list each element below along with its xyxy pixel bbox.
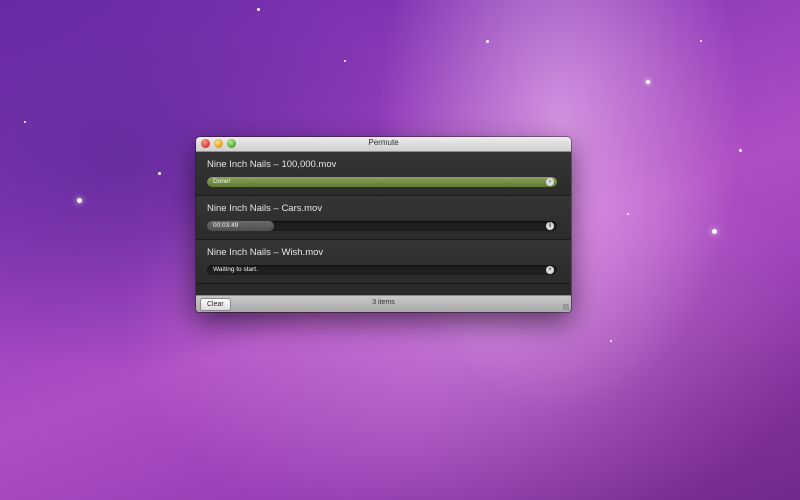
title-bar[interactable]: Permute xyxy=(196,137,571,152)
star xyxy=(610,340,612,342)
conversion-list: Nine Inch Nails – 100,000.mov Done! › Ni… xyxy=(196,152,571,297)
list-item[interactable]: Nine Inch Nails – 100,000.mov Done! › xyxy=(196,152,571,196)
item-count: 3 items xyxy=(372,299,395,306)
star xyxy=(700,40,702,42)
item-filename: Nine Inch Nails – Wish.mov xyxy=(207,247,324,258)
star xyxy=(486,40,489,43)
star xyxy=(257,8,260,11)
remove-icon[interactable]: × xyxy=(546,266,554,274)
progress-fill xyxy=(207,177,557,187)
item-status: Done! xyxy=(213,178,231,185)
item-filename: Nine Inch Nails – 100,000.mov xyxy=(207,159,337,170)
star xyxy=(739,149,742,152)
star xyxy=(344,60,346,62)
app-window: Permute Nine Inch Nails – 100,000.mov Do… xyxy=(196,137,571,312)
item-status: 00:03:49 xyxy=(213,222,239,229)
star xyxy=(646,80,650,84)
star xyxy=(158,172,161,175)
progress-bar: Done! › xyxy=(207,177,557,187)
pause-icon[interactable]: ‖ xyxy=(546,222,554,230)
list-item[interactable]: Nine Inch Nails – Cars.mov 00:03:49 ‖ xyxy=(196,196,571,240)
window-title: Permute xyxy=(368,138,399,147)
item-status: Waiting to start. xyxy=(213,266,258,273)
progress-bar: Waiting to start. × xyxy=(207,265,557,275)
star xyxy=(627,213,629,215)
reveal-arrow-icon[interactable]: › xyxy=(546,178,554,186)
star xyxy=(77,198,82,203)
progress-bar: 00:03:49 ‖ xyxy=(207,221,557,231)
footer-bar: Clear 3 items xyxy=(196,295,571,312)
star xyxy=(712,229,717,234)
resize-grip-icon[interactable] xyxy=(563,304,569,310)
star xyxy=(24,121,26,123)
item-filename: Nine Inch Nails – Cars.mov xyxy=(207,203,323,214)
list-item[interactable]: Nine Inch Nails – Wish.mov Waiting to st… xyxy=(196,240,571,284)
